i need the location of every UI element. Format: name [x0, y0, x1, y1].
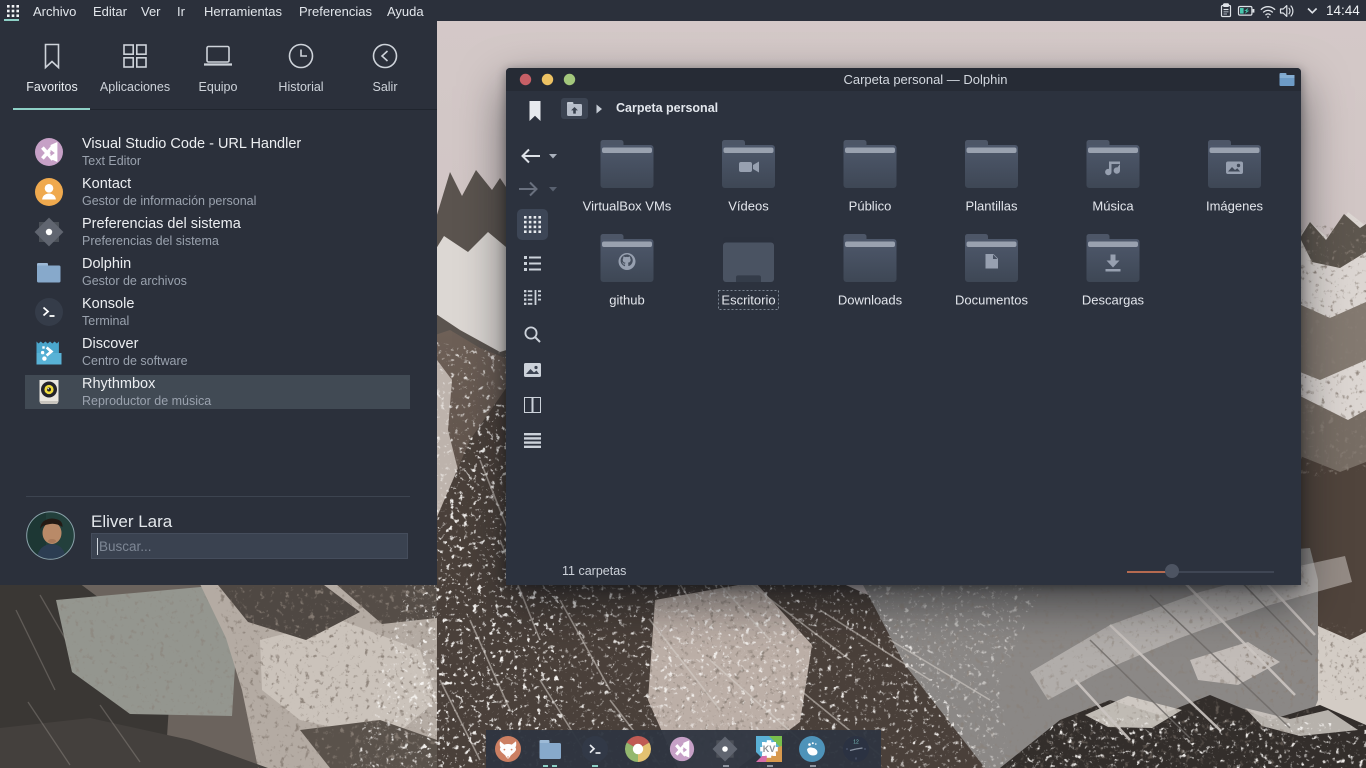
svg-text:Documentos: Documentos	[955, 293, 1028, 308]
svg-text:VirtualBox VMs: VirtualBox VMs	[583, 199, 672, 214]
svg-text:Plantillas: Plantillas	[965, 199, 1018, 214]
svg-text:Público: Público	[849, 199, 892, 214]
svg-text:Escritorio: Escritorio	[721, 293, 775, 308]
svg-text:KV: KV	[762, 744, 775, 754]
svg-text:Descargas: Descargas	[1082, 293, 1145, 308]
svg-text:12: 12	[853, 740, 859, 746]
svg-text:Música: Música	[1092, 199, 1134, 214]
svg-text:Imágenes: Imágenes	[1206, 199, 1264, 214]
svg-text:Vídeos: Vídeos	[728, 199, 769, 214]
svg-text:github: github	[609, 293, 644, 308]
svg-text:Downloads: Downloads	[838, 293, 903, 308]
